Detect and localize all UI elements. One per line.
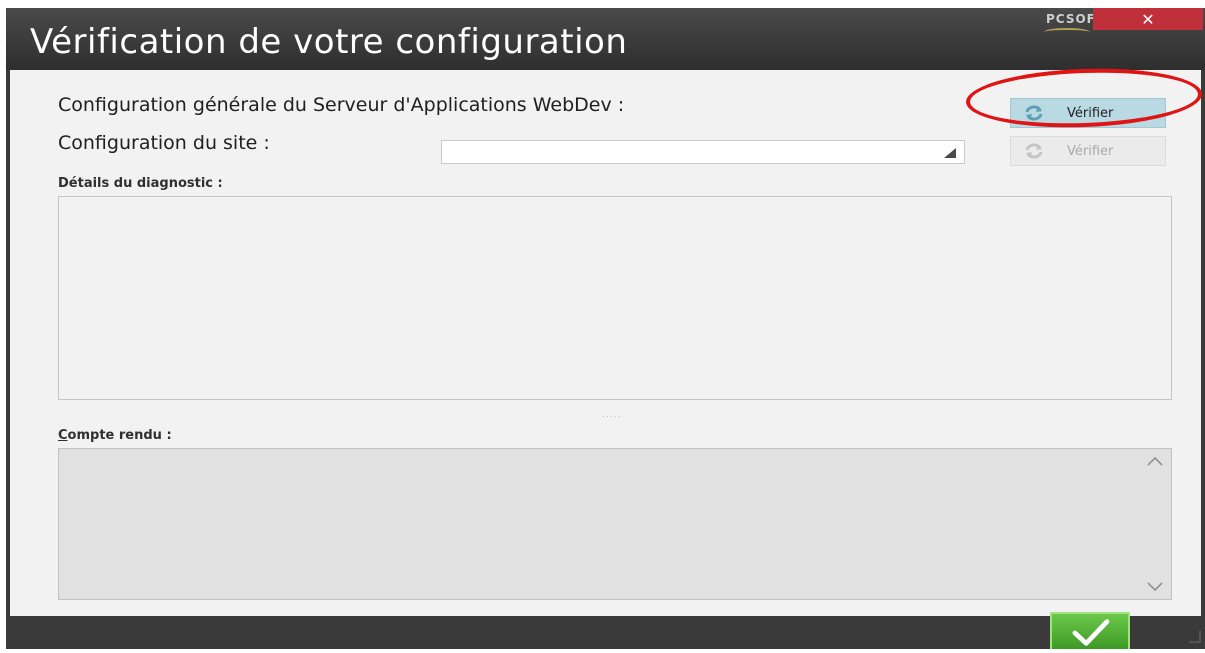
chevron-up-icon[interactable] xyxy=(1147,455,1163,467)
close-icon: ✕ xyxy=(1141,9,1155,29)
report-label: Compte rendu : xyxy=(58,428,172,443)
refresh-icon xyxy=(1025,105,1043,121)
general-config-label: Configuration générale du Serveur d'Appl… xyxy=(58,94,625,116)
site-config-select[interactable] xyxy=(441,140,965,164)
refresh-icon xyxy=(1025,143,1043,159)
dropdown-arrow-icon xyxy=(944,148,956,158)
verify-general-button[interactable]: Vérifier xyxy=(1010,98,1166,128)
brand-swoosh xyxy=(1044,28,1090,36)
chevron-down-icon[interactable] xyxy=(1147,581,1163,593)
details-label: Détails du diagnostic : xyxy=(58,176,223,191)
resize-grip-icon[interactable] xyxy=(1189,631,1201,643)
report-area[interactable] xyxy=(58,448,1172,600)
site-config-label: Configuration du site : xyxy=(58,132,270,154)
checkmark-icon xyxy=(1072,619,1110,646)
title-bar[interactable]: Vérification de votre configuration PCSO… xyxy=(6,8,1205,70)
dialog-title: Vérification de votre configuration xyxy=(30,22,628,62)
verify-general-label: Vérifier xyxy=(1067,105,1114,121)
close-button[interactable]: ✕ xyxy=(1093,8,1203,30)
diagnostic-details-area[interactable] xyxy=(58,196,1172,400)
splitter-handle[interactable]: ..... xyxy=(602,410,621,420)
verify-site-button[interactable]: Vérifier xyxy=(1010,136,1166,166)
report-label-accesskey: C xyxy=(58,428,68,443)
report-label-text: ompte rendu : xyxy=(67,428,172,443)
verify-site-label: Vérifier xyxy=(1067,143,1114,159)
ok-button[interactable] xyxy=(1050,612,1130,649)
dialog-window: Vérification de votre configuration PCSO… xyxy=(6,8,1205,649)
dialog-content: Configuration générale du Serveur d'Appl… xyxy=(10,70,1201,616)
